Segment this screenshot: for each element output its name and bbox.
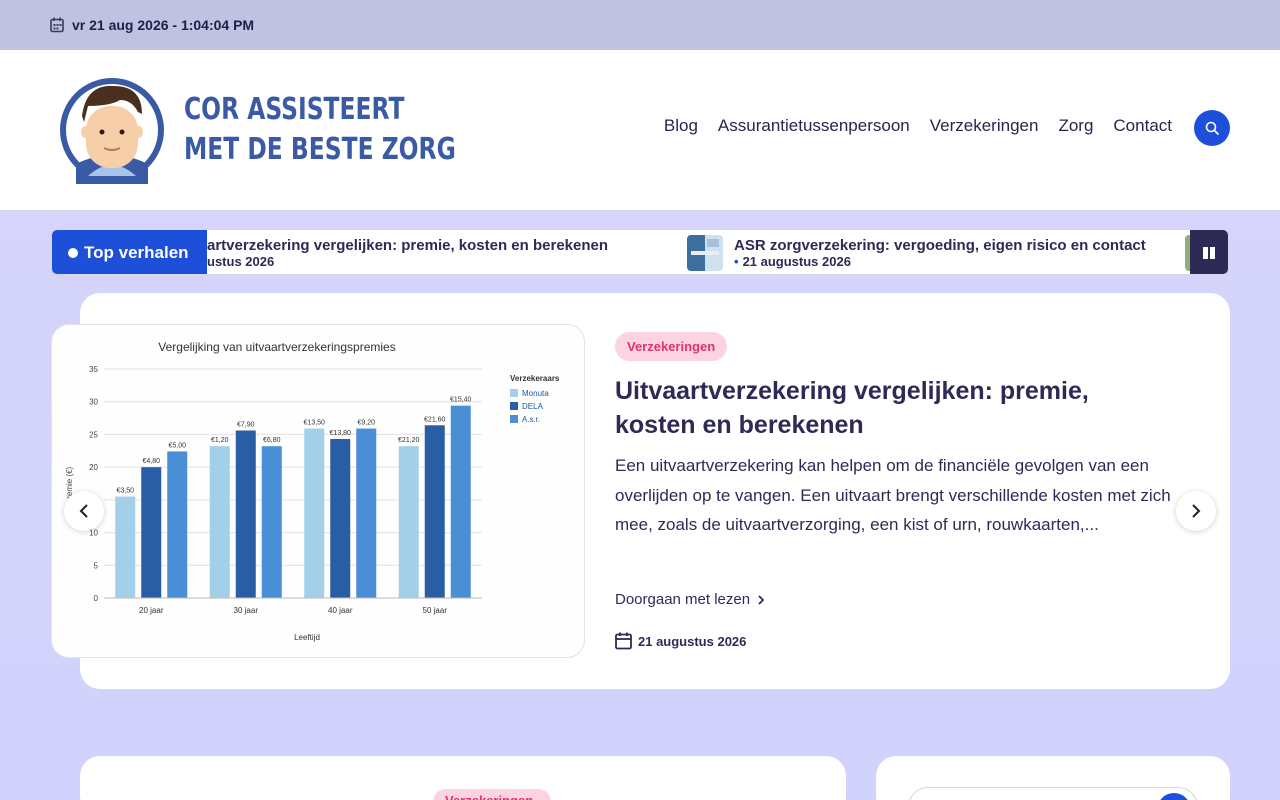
legend-title: Verzekeraars	[510, 374, 560, 383]
sidebar-search-input[interactable]	[908, 787, 1198, 800]
x-tick-label: 50 jaar	[423, 606, 448, 615]
search-icon	[1205, 121, 1219, 135]
legend-swatch	[510, 415, 518, 423]
news-ticker: Top verhalen artverzekering vergelijken:…	[51, 229, 1229, 275]
x-tick-label: 40 jaar	[328, 606, 353, 615]
chevron-left-icon	[79, 504, 88, 518]
post-date: 21 augustus 2026	[615, 632, 746, 650]
bar	[209, 446, 230, 598]
premium-bar-chart: Vergelijking van uitvaartverzekeringspre…	[65, 340, 560, 642]
data-label: €5,00	[168, 442, 186, 449]
post-date-text: 21 augustus 2026	[638, 633, 747, 649]
legend-label: A.s.r.	[522, 415, 540, 424]
y-tick-label: 0	[94, 594, 99, 603]
data-label: €3,50	[116, 488, 134, 495]
chevron-right-icon	[1192, 504, 1201, 518]
main-nav: Blog Assurantietussenpersoon Verzekering…	[664, 116, 1172, 136]
chart-title: Vergelijking van uitvaartverzekeringspre…	[158, 340, 395, 354]
ticker-item-date-text: 21 augustus 2026	[742, 254, 851, 269]
nav-item-assurantietussenpersoon[interactable]: Assurantietussenpersoon	[718, 116, 910, 136]
read-more-link[interactable]: Doorgaan met lezen	[615, 591, 766, 608]
ticker-item-date: ustus 2026	[207, 254, 275, 269]
data-label: €13,50	[304, 420, 326, 427]
calendar-icon	[615, 632, 632, 650]
pause-icon	[1203, 247, 1215, 259]
dot-icon	[68, 248, 78, 258]
ticker-track: artverzekering vergelijken: premie, kost…	[207, 230, 1192, 274]
bar	[356, 428, 377, 598]
site-header: COR ASSISTEERT MET DE BESTE ZORG Blog As…	[0, 50, 1280, 210]
data-label: €9,20	[357, 420, 375, 427]
x-tick-label: 20 jaar	[139, 606, 164, 615]
slider-next-button[interactable]	[1176, 491, 1216, 531]
bar	[398, 446, 419, 598]
ticker-item-title: artverzekering vergelijken: premie, kost…	[207, 237, 609, 254]
data-label: €6,80	[263, 437, 281, 444]
current-datetime: vr 21 aug 2026 - 1:04:04 PM	[72, 17, 255, 33]
bar	[304, 428, 325, 598]
ticker-item[interactable]: ASR zorgverzekering: vergoeding, eigen r…	[687, 230, 1177, 274]
bar	[235, 430, 256, 598]
ticker-item[interactable]: artverzekering vergelijken: premie, kost…	[207, 230, 653, 274]
y-tick-label: 5	[94, 561, 99, 570]
data-label: €1,20	[211, 437, 229, 444]
data-label: €21,60	[424, 416, 446, 423]
legend-swatch	[510, 402, 518, 410]
post-title[interactable]: Uitvaartverzekering vergelijken: premie,…	[615, 374, 1175, 442]
logo-text: COR ASSISTEERT MET DE BESTE ZORG	[184, 90, 456, 170]
ticker-item-title: ASR zorgverzekering: vergoeding, eigen r…	[734, 237, 1146, 254]
ticker-item-date: • 21 augustus 2026	[734, 254, 851, 269]
y-tick-label: 25	[89, 430, 98, 439]
chevron-right-icon	[758, 594, 765, 605]
nav-item-zorg[interactable]: Zorg	[1058, 116, 1093, 136]
bar	[141, 467, 162, 598]
ticker-pause-button[interactable]	[1190, 230, 1228, 274]
legend-label: Monuta	[522, 389, 549, 398]
y-tick-label: 30	[89, 398, 98, 407]
ticker-label: Top verhalen	[52, 230, 207, 274]
y-tick-label: 35	[89, 365, 98, 374]
ticker-label-text: Top verhalen	[84, 243, 189, 262]
data-label: €7,90	[237, 422, 255, 429]
data-label: €13,80	[330, 430, 352, 437]
data-label: €21,20	[398, 437, 420, 444]
data-label: €15,40	[450, 397, 472, 404]
data-label: €4,80	[142, 458, 160, 465]
category-badge[interactable]: Verzekeringen	[433, 789, 551, 800]
bar	[167, 451, 188, 598]
site-logo[interactable]: COR ASSISTEERT MET DE BESTE ZORG	[58, 76, 532, 184]
read-more-label: Doorgaan met lezen	[615, 591, 751, 608]
slider-prev-button[interactable]	[64, 491, 104, 531]
legend-swatch	[510, 389, 518, 397]
featured-image-chart[interactable]: Vergelijking van uitvaartverzekeringspre…	[51, 324, 585, 658]
x-axis-label: Leeftijd	[294, 633, 320, 642]
logo-line1: COR ASSISTEERT	[184, 92, 405, 127]
nav-item-blog[interactable]: Blog	[664, 116, 698, 136]
bar	[330, 439, 351, 598]
calendar-icon	[50, 17, 64, 33]
search-button[interactable]	[1194, 110, 1230, 146]
y-tick-label: 20	[89, 463, 98, 472]
nav-item-contact[interactable]: Contact	[1113, 116, 1172, 136]
legend-label: DELA	[522, 402, 544, 411]
nav-item-verzekeringen[interactable]: Verzekeringen	[930, 116, 1039, 136]
x-tick-label: 30 jaar	[234, 606, 259, 615]
ticker-thumbnail	[687, 235, 723, 271]
bar	[115, 496, 136, 598]
post-excerpt: Een uitvaartverzekering kan helpen om de…	[615, 456, 1171, 534]
bar	[424, 425, 445, 598]
bar	[450, 405, 471, 598]
bar	[261, 446, 282, 598]
logo-avatar-icon	[60, 78, 164, 184]
logo-line2: MET DE BESTE ZORG	[184, 132, 456, 167]
category-badge[interactable]: Verzekeringen	[615, 332, 728, 361]
top-bar: vr 21 aug 2026 - 1:04:04 PM	[0, 0, 1280, 50]
